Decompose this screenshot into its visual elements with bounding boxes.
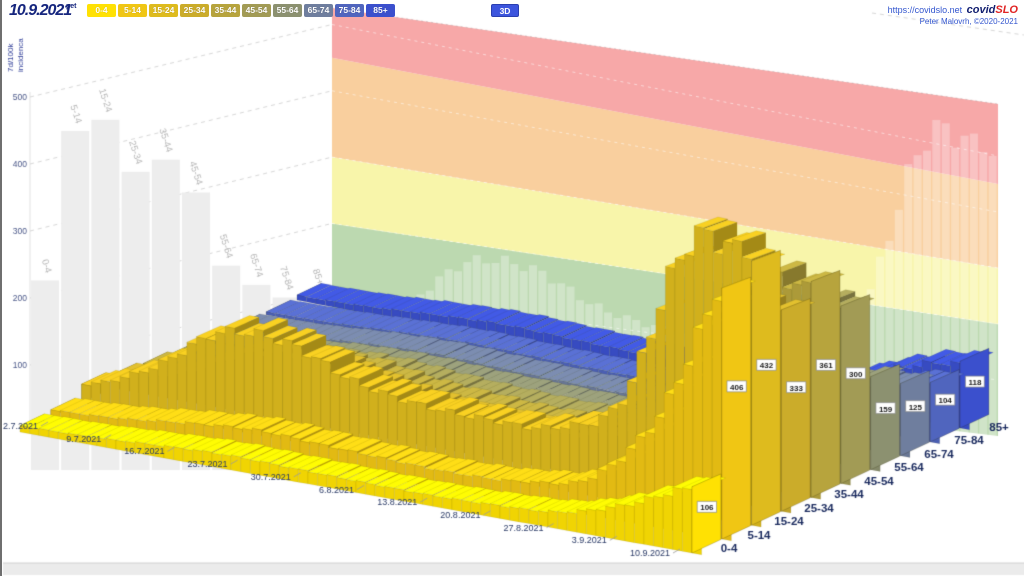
age-filter-button-0-4[interactable]: 0-4 — [87, 4, 116, 17]
site-link[interactable]: https://covidslo.net — [888, 5, 963, 15]
age-filter-button-5-14[interactable]: 5-14 — [118, 4, 147, 17]
age-filter-button-55-64[interactable]: 55-64 — [273, 4, 302, 17]
age-filter-button-15-24[interactable]: 15-24 — [149, 4, 178, 17]
age-filter-buttons: 0-45-1415-2425-3435-4445-5455-6465-7475-… — [87, 4, 395, 17]
age-filter-button-85+[interactable]: 85+ — [366, 4, 395, 17]
toolbar: 10.9.2021 pet 0-45-1415-2425-3435-4445-5… — [2, 0, 1024, 30]
branding: https://covidslo.net covidSLO Peter Malo… — [888, 3, 1018, 27]
brand-covid: covid — [967, 4, 996, 16]
incidence-3d-chart[interactable] — [2, 0, 1024, 576]
age-filter-button-35-44[interactable]: 35-44 — [211, 4, 240, 17]
current-day-abbr: pet — [66, 3, 77, 10]
age-filter-button-75-84[interactable]: 75-84 — [335, 4, 364, 17]
mode-3d-button[interactable]: 3D — [491, 4, 519, 17]
age-filter-button-25-34[interactable]: 25-34 — [180, 4, 209, 17]
brand-slo: SLO — [995, 4, 1018, 16]
current-date: 10.9.2021 — [9, 2, 71, 20]
credit-line: Peter Malovrh, ©2020-2021 — [888, 16, 1018, 27]
age-filter-button-65-74[interactable]: 65-74 — [304, 4, 333, 17]
app-window: 10.9.2021 pet 0-45-1415-2425-3435-4445-5… — [0, 0, 1024, 576]
age-filter-button-45-54[interactable]: 45-54 — [242, 4, 271, 17]
